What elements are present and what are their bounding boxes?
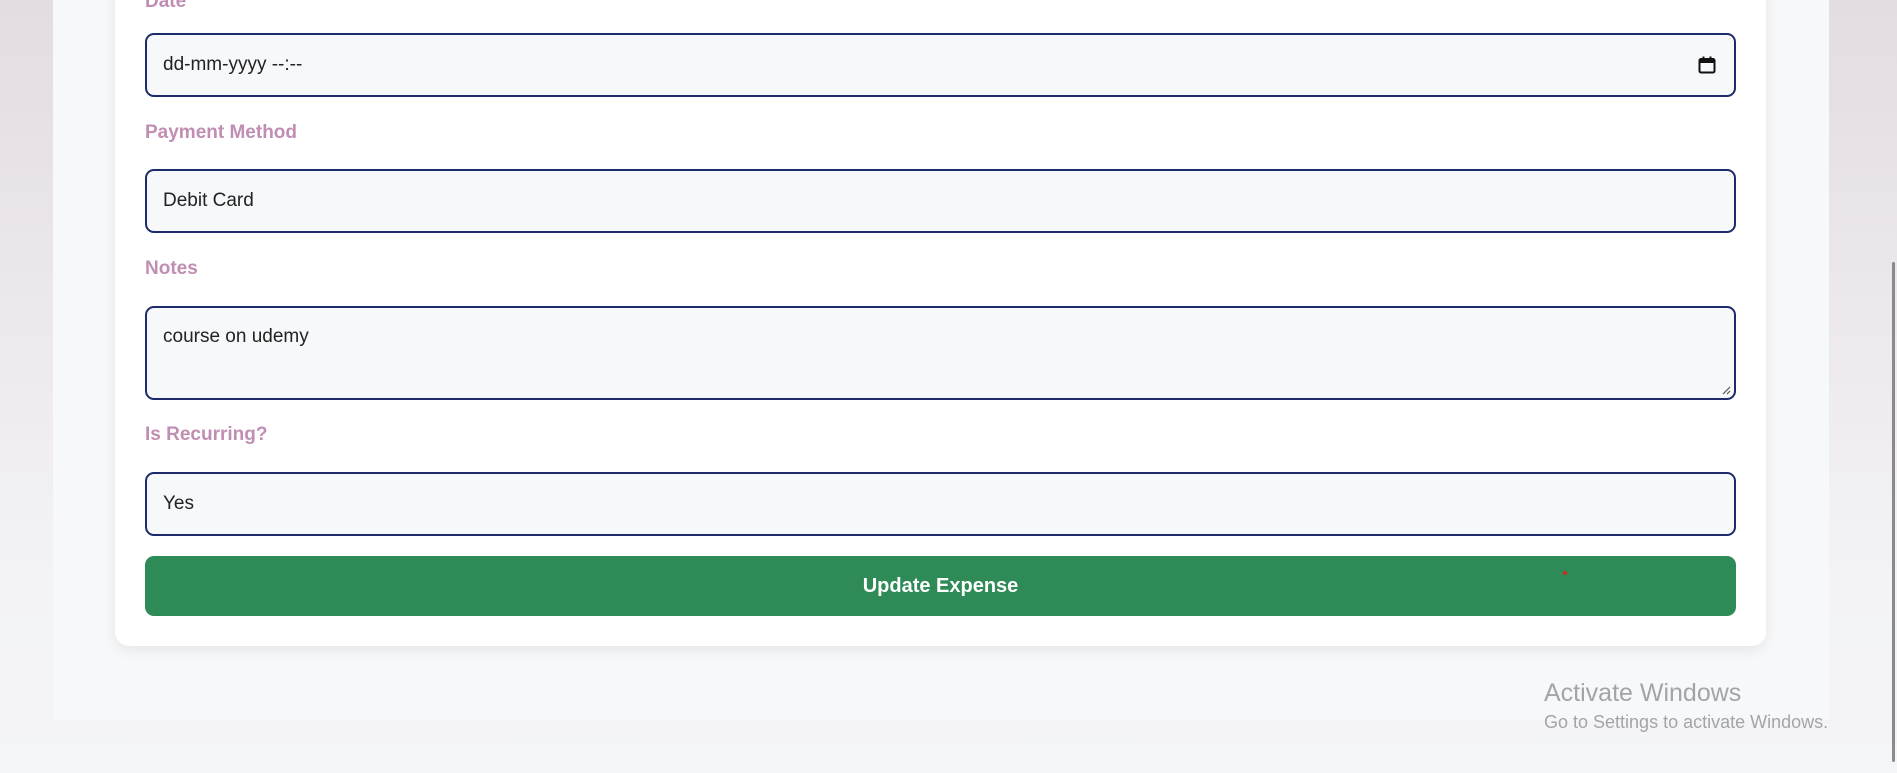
date-value: dd-mm-yyyy --:-- [163, 54, 303, 75]
scrollbar-thumb[interactable] [1892, 262, 1895, 762]
calendar-icon[interactable] [1698, 56, 1716, 74]
notes-label: Notes [145, 258, 198, 279]
payment-method-value: Debit Card [163, 190, 254, 211]
is-recurring-label: Is Recurring? [145, 424, 268, 445]
payment-method-input[interactable]: Debit Card [145, 169, 1736, 233]
scrollbar[interactable] [1885, 0, 1897, 773]
activate-windows-title: Activate Windows [1544, 679, 1742, 707]
activate-windows-subtitle: Go to Settings to activate Windows. [1544, 712, 1829, 732]
payment-method-label: Payment Method [145, 122, 298, 143]
date-label: Date [145, 0, 187, 12]
is-recurring-value: Yes [163, 493, 194, 514]
date-input[interactable]: dd-mm-yyyy --:-- [145, 33, 1736, 97]
cursor-dot [1563, 571, 1567, 575]
is-recurring-input[interactable]: Yes [145, 472, 1736, 536]
resize-handle-icon[interactable] [1721, 385, 1731, 395]
update-expense-button[interactable]: Update Expense [145, 556, 1736, 616]
notes-textarea[interactable]: course on udemy [145, 306, 1736, 400]
notes-value: course on udemy [163, 326, 309, 347]
